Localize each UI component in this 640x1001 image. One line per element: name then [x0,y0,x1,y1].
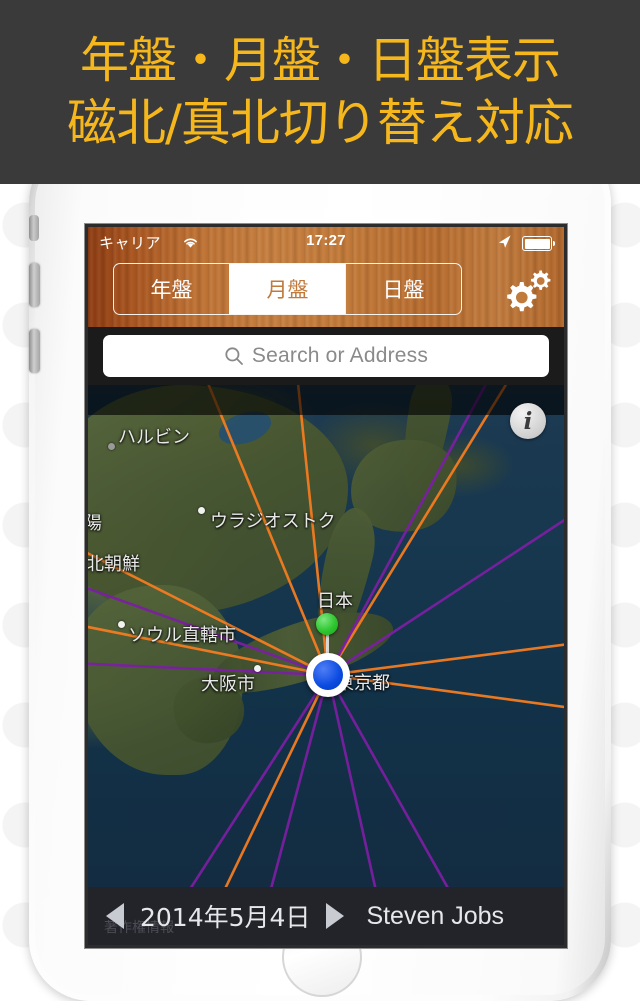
map-label-shenyang: 陽 [88,513,102,534]
current-date-label: 2014年5月4日 [140,903,311,932]
map-label-osaka: 大阪市 [201,674,255,695]
info-icon: i [523,407,533,435]
bottom-toolbar: 著作権情報 2014年5月4日 Steven Jobs [88,887,564,945]
period-segmented-control[interactable]: 年盤 月盤 日盤 [113,263,462,315]
segment-day[interactable]: 日盤 [345,264,461,314]
map-top-dim-overlay [88,385,564,415]
green-map-pin[interactable] [316,613,338,635]
silent-switch[interactable] [29,215,39,241]
previous-date-button[interactable] [106,903,124,929]
map-label-vladivostok: ウラジオストク [210,511,336,532]
promo-banner-line-1: 年盤・月盤・日盤表示 [79,32,561,89]
map-label-seoul: ソウル直轄市 [128,625,236,646]
status-clock: 17:27 [306,232,346,249]
date-navigation-row: 2014年5月4日 Steven Jobs [88,887,564,945]
person-name-label: Steven Jobs [366,901,505,930]
promo-banner: 年盤・月盤・日盤表示 磁北/真北切り替え対応 [0,0,640,184]
map-label-japan: 日本 [317,591,353,612]
phone-screen: キャリア 17:27 年盤 月盤 日盤 Search or Address ハル… [88,227,564,945]
blue-location-pin[interactable] [306,653,350,697]
volume-up-button[interactable] [29,263,40,307]
search-placeholder-text: Search or Address [251,344,429,367]
location-arrow-icon [498,235,511,248]
map-label-harbin: ハルビン [118,427,190,448]
map-dot-osaka [254,665,261,672]
search-bar-container: Search or Address [88,327,564,385]
map-dot-harbin [108,443,115,450]
volume-down-button[interactable] [29,329,40,373]
map-dot-seoul [118,621,125,628]
map-label-north-korea: 北朝鮮 [88,554,140,575]
blue-location-pin-core [313,660,343,690]
promo-banner-line-2: 磁北/真北切り替え対応 [67,94,574,152]
search-input[interactable]: Search or Address [103,335,549,377]
map-dot-vladivostok [198,507,205,514]
battery-icon [522,236,555,251]
battery-level-fill [524,238,550,249]
segment-month[interactable]: 月盤 [229,264,345,314]
gears-icon[interactable] [500,265,558,315]
info-button[interactable]: i [510,403,546,439]
next-date-button[interactable] [326,903,345,929]
app-header: キャリア 17:27 年盤 月盤 日盤 [88,227,564,327]
segment-year[interactable]: 年盤 [114,264,229,314]
search-icon [224,346,244,366]
phone-bezel: キャリア 17:27 年盤 月盤 日盤 Search or Address ハル… [29,91,605,997]
phone-device: キャリア 17:27 年盤 月盤 日盤 Search or Address ハル… [29,91,611,1001]
map-view[interactable]: ハルビン 陽 ウラジオストク 北朝鮮 ソウル直轄市 日本 大阪市 東京都 i [88,385,564,887]
